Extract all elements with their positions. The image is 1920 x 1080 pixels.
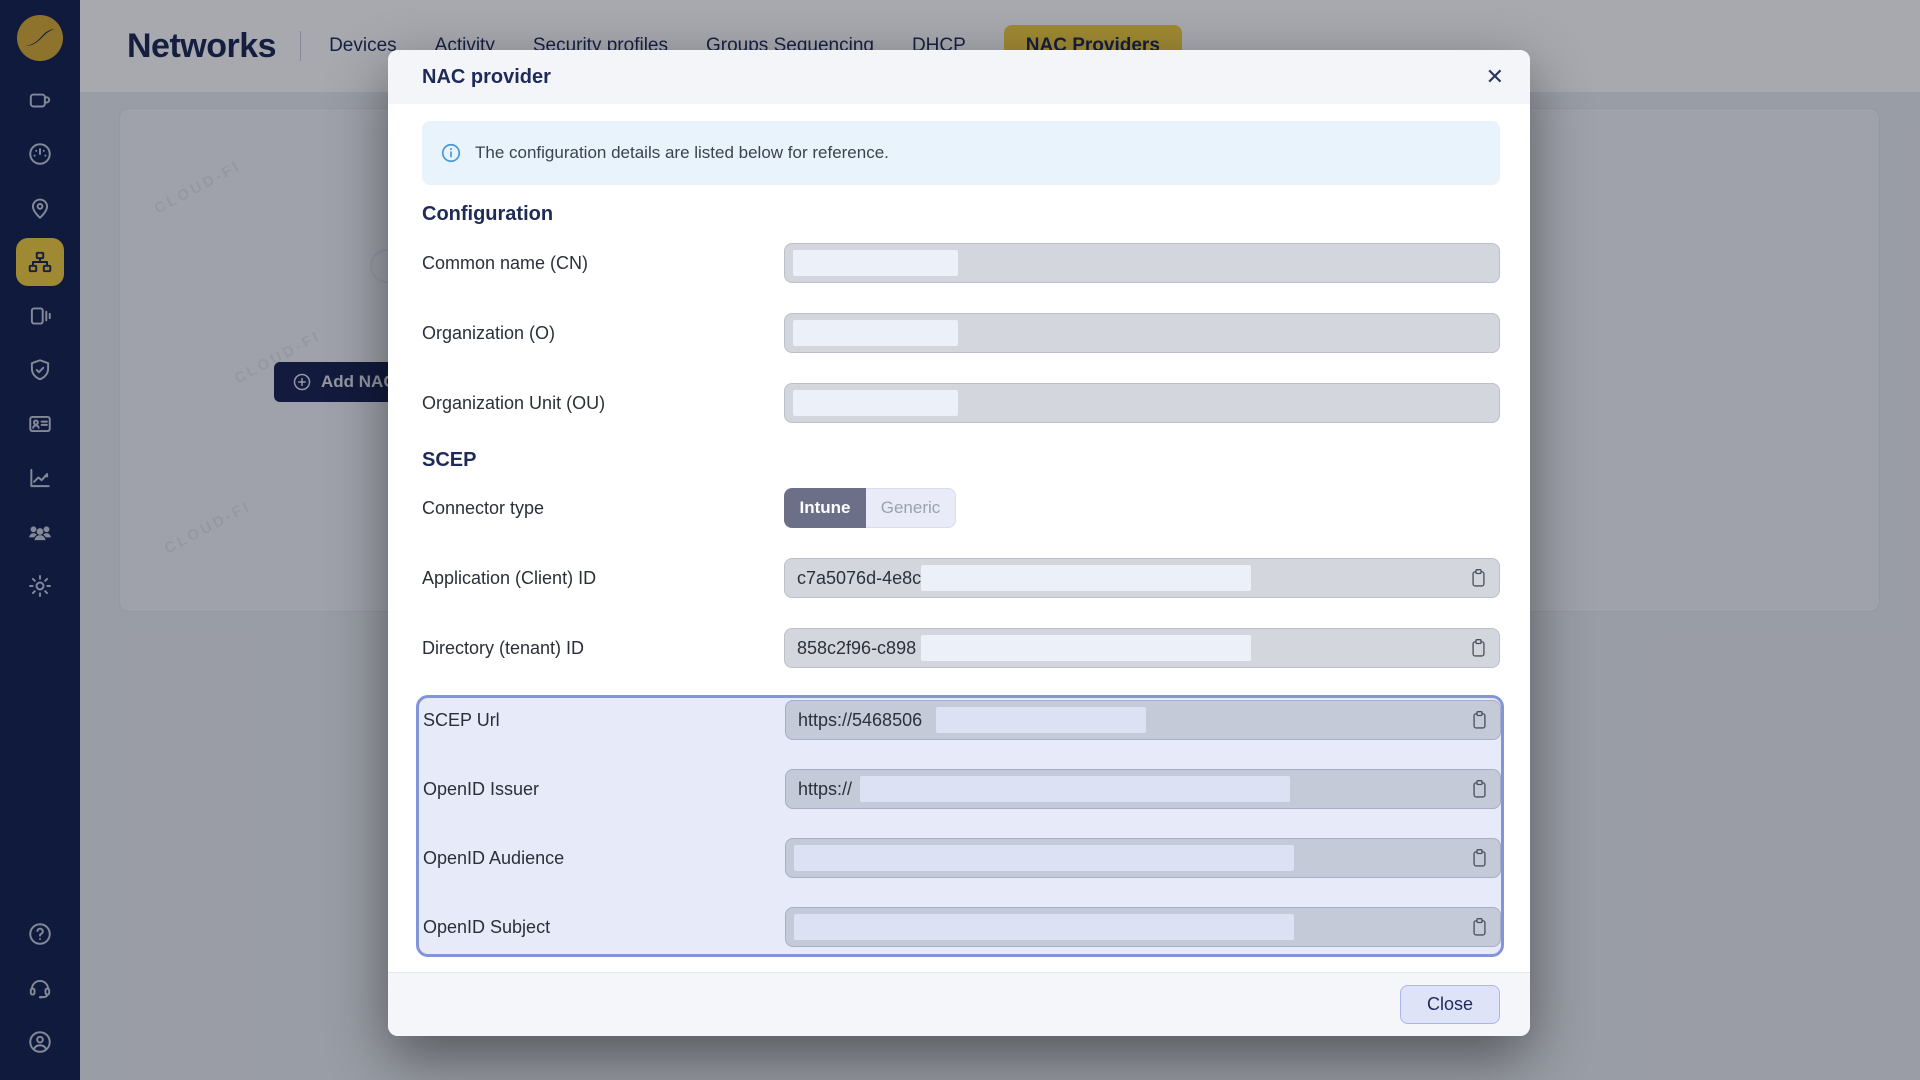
field-label: OpenID Subject	[423, 917, 785, 938]
field-label: OpenID Issuer	[423, 779, 785, 800]
copy-button[interactable]	[1467, 566, 1489, 590]
redacted-value	[936, 707, 1146, 733]
highlighted-openid-group: SCEP Url https://5468506 OpenID Issuer h…	[416, 695, 1504, 957]
directory-tenant-id-input[interactable]: 858c2f96-c898	[784, 628, 1500, 668]
openid-subject-input[interactable]	[785, 907, 1501, 947]
field-row-scep-url: SCEP Url https://5468506	[423, 700, 1501, 740]
field-row-openid-audience: OpenID Audience	[423, 838, 1501, 878]
clipboard-icon	[1471, 917, 1488, 937]
copy-button[interactable]	[1468, 708, 1490, 732]
field-label: Common name (CN)	[422, 253, 784, 274]
field-row-organization-unit: Organization Unit (OU)	[422, 383, 1500, 423]
copy-button[interactable]	[1468, 777, 1490, 801]
field-row-application-client-id: Application (Client) ID c7a5076d-4e8c	[422, 558, 1500, 598]
copy-button[interactable]	[1467, 636, 1489, 660]
connector-option-intune[interactable]: Intune	[784, 488, 866, 528]
close-icon[interactable]: ✕	[1486, 66, 1504, 88]
redacted-value	[921, 635, 1251, 661]
scep-heading: SCEP	[422, 447, 1500, 473]
clipboard-icon	[1471, 710, 1488, 730]
redacted-value	[921, 565, 1251, 591]
nac-provider-modal: NAC provider ✕ The configuration details…	[388, 50, 1530, 1036]
redacted-value	[793, 320, 958, 346]
field-label: Organization (O)	[422, 323, 784, 344]
field-row-organization: Organization (O)	[422, 313, 1500, 353]
field-row-common-name: Common name (CN)	[422, 243, 1500, 283]
field-value: https://	[798, 779, 852, 800]
redacted-value	[793, 250, 958, 276]
redacted-value	[794, 914, 1294, 940]
organization-input[interactable]	[784, 313, 1500, 353]
field-label: SCEP Url	[423, 710, 785, 731]
openid-issuer-input[interactable]: https://	[785, 769, 1501, 809]
modal-body: The configuration details are listed bel…	[388, 104, 1530, 972]
copy-button[interactable]	[1468, 915, 1490, 939]
connector-type-toggle: Intune Generic	[784, 488, 956, 528]
clipboard-icon	[1470, 638, 1487, 658]
field-value: https://5468506	[798, 710, 922, 731]
redacted-value	[794, 845, 1294, 871]
clipboard-icon	[1471, 848, 1488, 868]
field-label: Application (Client) ID	[422, 568, 784, 589]
common-name-input[interactable]	[784, 243, 1500, 283]
configuration-heading: Configuration	[422, 201, 1500, 227]
info-banner-text: The configuration details are listed bel…	[475, 143, 889, 163]
clipboard-icon	[1470, 568, 1487, 588]
redacted-value	[860, 776, 1290, 802]
scep-url-input[interactable]: https://5468506	[785, 700, 1501, 740]
connector-option-generic[interactable]: Generic	[866, 488, 956, 528]
field-value: c7a5076d-4e8c	[797, 568, 921, 589]
field-label: Connector type	[422, 498, 784, 519]
info-icon	[440, 142, 462, 164]
field-label: Organization Unit (OU)	[422, 393, 784, 414]
field-value: 858c2f96-c898	[797, 638, 916, 659]
organization-unit-input[interactable]	[784, 383, 1500, 423]
field-row-directory-tenant-id: Directory (tenant) ID 858c2f96-c898	[422, 628, 1500, 668]
field-row-openid-issuer: OpenID Issuer https://	[423, 769, 1501, 809]
modal-header: NAC provider ✕	[388, 50, 1530, 104]
modal-footer: Close	[388, 972, 1530, 1036]
info-banner: The configuration details are listed bel…	[422, 121, 1500, 185]
modal-title: NAC provider	[422, 66, 551, 89]
field-label: Directory (tenant) ID	[422, 638, 784, 659]
field-row-connector-type: Connector type Intune Generic	[422, 488, 1500, 528]
redacted-value	[793, 390, 958, 416]
openid-audience-input[interactable]	[785, 838, 1501, 878]
clipboard-icon	[1471, 779, 1488, 799]
field-label: OpenID Audience	[423, 848, 785, 869]
field-row-openid-subject: OpenID Subject	[423, 907, 1501, 947]
copy-button[interactable]	[1468, 846, 1490, 870]
close-button[interactable]: Close	[1400, 985, 1500, 1024]
application-client-id-input[interactable]: c7a5076d-4e8c	[784, 558, 1500, 598]
